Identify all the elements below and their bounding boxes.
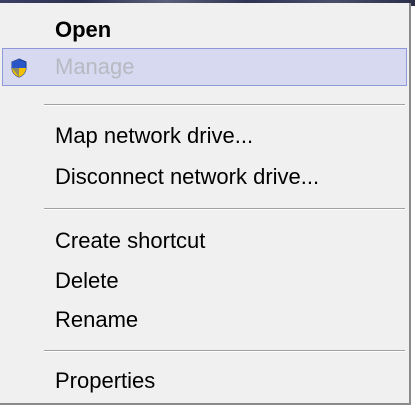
menu-item-manage[interactable]: Manage bbox=[2, 48, 407, 86]
menu-item-label: Properties bbox=[55, 368, 156, 393]
uac-shield-icon bbox=[10, 58, 28, 78]
menu-item-rename[interactable]: Rename bbox=[2, 301, 407, 339]
menu-item-label: Create shortcut bbox=[55, 228, 206, 253]
menu-item-disconnect-network-drive[interactable]: Disconnect network drive... bbox=[2, 158, 407, 196]
menu-item-label: Open bbox=[55, 17, 112, 42]
menu-separator bbox=[44, 208, 405, 210]
context-menu: Open Manage Map network drive... Disconn… bbox=[0, 3, 411, 405]
menu-item-label: Disconnect network drive... bbox=[55, 164, 320, 189]
menu-item-open[interactable]: Open bbox=[2, 11, 407, 49]
menu-item-properties[interactable]: Properties bbox=[2, 362, 407, 400]
menu-item-delete[interactable]: Delete bbox=[2, 262, 407, 300]
menu-separator bbox=[44, 350, 405, 352]
menu-item-map-network-drive[interactable]: Map network drive... bbox=[2, 117, 407, 155]
menu-item-label: Rename bbox=[55, 307, 139, 332]
menu-item-create-shortcut[interactable]: Create shortcut bbox=[2, 222, 407, 260]
menu-separator bbox=[44, 104, 405, 106]
menu-item-label: Map network drive... bbox=[55, 123, 254, 148]
menu-item-label: Manage bbox=[55, 54, 135, 79]
menu-item-label: Delete bbox=[55, 268, 119, 293]
